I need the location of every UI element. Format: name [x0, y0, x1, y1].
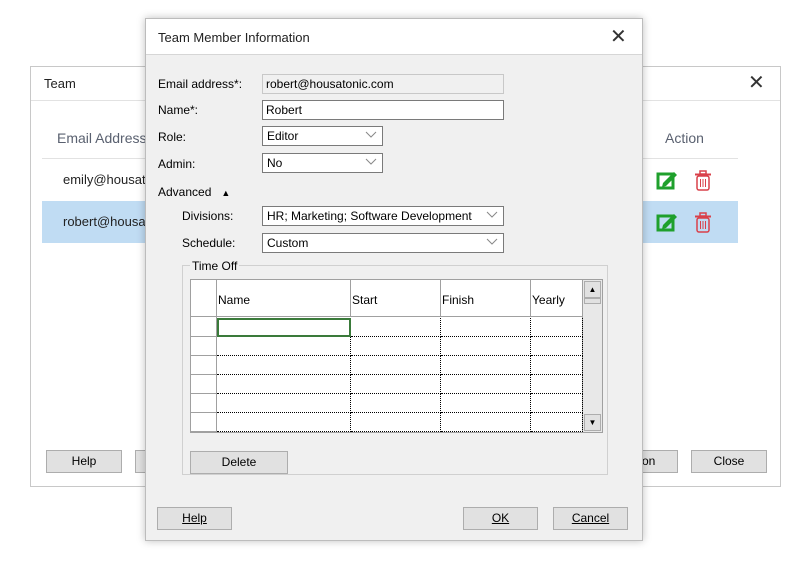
time-off-title: Time Off	[190, 259, 240, 273]
grid-cell[interactable]	[351, 337, 441, 356]
admin-value: No	[267, 156, 283, 170]
divider	[350, 280, 351, 317]
cancel-button[interactable]: Cancel	[553, 507, 628, 530]
admin-select[interactable]: No	[262, 153, 383, 173]
email-label: Email address*:	[158, 77, 243, 91]
grid-cell[interactable]	[351, 318, 441, 337]
grid-cell[interactable]	[351, 375, 441, 394]
schedule-select[interactable]: Custom	[262, 233, 504, 253]
column-header-action: Action	[665, 130, 704, 146]
column-header-finish[interactable]: Finish	[442, 293, 474, 307]
grid-cell[interactable]	[441, 375, 531, 394]
ok-button[interactable]: OK	[463, 507, 538, 530]
divider	[530, 280, 531, 317]
name-label: Name*:	[158, 103, 199, 117]
grid-cell[interactable]	[441, 318, 531, 337]
chevron-down-icon	[365, 158, 377, 165]
grid-cell[interactable]	[217, 394, 351, 413]
row-header[interactable]	[191, 394, 216, 413]
row-email: robert@housa	[63, 214, 146, 229]
chevron-down-icon	[486, 211, 498, 218]
grid-cell[interactable]	[217, 356, 351, 375]
scroll-up-icon[interactable]: ▲	[584, 281, 601, 298]
close-icon[interactable]: ✕	[748, 73, 765, 93]
role-select[interactable]: Editor	[262, 126, 383, 146]
advanced-label: Advanced	[158, 185, 212, 199]
grid-cell[interactable]	[531, 356, 583, 375]
grid-cell[interactable]	[531, 413, 583, 432]
divisions-select[interactable]: HR; Marketing; Software Development	[262, 206, 504, 226]
window-title: Team	[44, 76, 76, 91]
active-cell[interactable]	[217, 318, 351, 337]
grid-cell[interactable]	[441, 394, 531, 413]
delete-button[interactable]: Delete	[190, 451, 288, 474]
help-label: Help	[182, 511, 207, 525]
close-icon[interactable]: ✕	[610, 27, 627, 47]
grid-cell[interactable]	[441, 337, 531, 356]
team-member-dialog: Team Member Information ✕ Email address*…	[145, 18, 643, 541]
grid-cell[interactable]	[217, 413, 351, 432]
cancel-label: Cancel	[571, 511, 610, 525]
grid-cell[interactable]	[217, 337, 351, 356]
triangle-up-icon: ▲	[221, 188, 231, 198]
divider	[440, 280, 441, 317]
column-header-yearly[interactable]: Yearly	[532, 293, 565, 307]
row-email: emily@housat	[63, 172, 146, 187]
scrollbar[interactable]: ▲ ▼	[583, 280, 602, 432]
role-label: Role:	[158, 130, 187, 144]
grid-cell[interactable]	[217, 375, 351, 394]
grid-cell[interactable]	[531, 337, 583, 356]
advanced-toggle[interactable]: Advanced ▲	[158, 185, 230, 199]
admin-label: Admin:	[158, 157, 196, 171]
grid-cell[interactable]	[531, 394, 583, 413]
dialog-title: Team Member Information	[158, 30, 310, 45]
email-field[interactable]: robert@housatonic.com	[262, 74, 504, 94]
grid-cell[interactable]	[351, 356, 441, 375]
trash-icon[interactable]	[694, 170, 712, 191]
chevron-down-icon	[365, 131, 377, 138]
name-field[interactable]: Robert	[262, 100, 504, 120]
help-button[interactable]: Help	[157, 507, 232, 530]
row-header[interactable]	[191, 318, 216, 337]
row-header[interactable]	[191, 337, 216, 356]
time-off-grid[interactable]: Name Start Finish Yearly ▲ ▼	[190, 279, 603, 433]
close-button[interactable]: Close	[691, 450, 767, 473]
grid-cell[interactable]	[531, 318, 583, 337]
edit-icon[interactable]	[656, 212, 678, 232]
column-header-name[interactable]: Name	[218, 293, 250, 307]
divisions-value: HR; Marketing; Software Development	[267, 209, 472, 223]
title-bar: Team Member Information ✕	[146, 19, 642, 55]
schedule-value: Custom	[267, 236, 309, 250]
chevron-down-icon	[486, 238, 498, 245]
divisions-label: Divisions:	[182, 209, 234, 223]
trash-icon[interactable]	[694, 212, 712, 233]
row-header[interactable]	[191, 356, 216, 375]
scroll-down-icon[interactable]: ▼	[584, 414, 601, 431]
ok-label: OK	[491, 511, 510, 525]
column-header-start[interactable]: Start	[352, 293, 377, 307]
grid-cell[interactable]	[531, 375, 583, 394]
edit-icon[interactable]	[656, 170, 678, 190]
grid-cell[interactable]	[351, 394, 441, 413]
grid-cell[interactable]	[441, 356, 531, 375]
help-button[interactable]: Help	[46, 450, 122, 473]
row-header[interactable]	[191, 375, 216, 394]
schedule-label: Schedule:	[182, 236, 236, 250]
column-header-email: Email Address	[57, 130, 147, 146]
row-header[interactable]	[191, 413, 216, 432]
grid-cell[interactable]	[351, 413, 441, 432]
role-value: Editor	[267, 129, 299, 143]
scroll-thumb[interactable]	[584, 298, 601, 304]
grid-cell[interactable]	[441, 413, 531, 432]
